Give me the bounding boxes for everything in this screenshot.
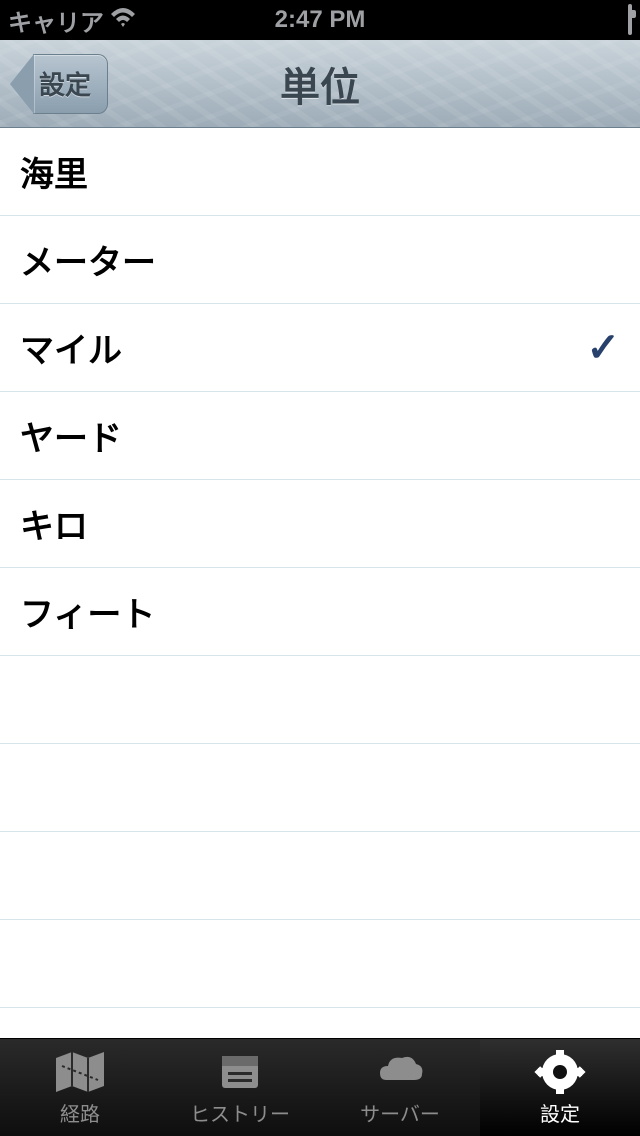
nav-bar: 設定 単位 — [0, 40, 640, 128]
list-item-label: メーター — [20, 235, 156, 284]
list-item[interactable]: ヤード — [0, 392, 640, 480]
list-item[interactable]: メーター — [0, 216, 640, 304]
back-button-label: 設定 — [39, 65, 91, 102]
checkmark-icon: ✓ — [586, 325, 620, 371]
status-bar: キャリア 2:47 PM — [0, 0, 640, 40]
list-item-label: フィート — [20, 587, 155, 636]
list-item-empty — [0, 920, 640, 1008]
tab-label: 経路 — [60, 1098, 100, 1127]
tab-history[interactable]: ヒストリー — [160, 1039, 320, 1136]
page-title: 単位 — [280, 55, 360, 113]
list-item-label: キロ — [20, 499, 88, 548]
list-item[interactable]: フィート — [0, 568, 640, 656]
tab-route[interactable]: 経路 — [0, 1039, 160, 1136]
tab-label: サーバー — [360, 1098, 440, 1127]
clock-label: 2:47 PM — [216, 6, 424, 34]
list-item-label: マイル — [20, 323, 122, 372]
list-item-label: ヤード — [20, 411, 122, 460]
map-icon — [54, 1048, 106, 1096]
back-button[interactable]: 設定 — [10, 54, 108, 114]
list-item-empty — [0, 656, 640, 744]
list-item[interactable]: マイル ✓ — [0, 304, 640, 392]
battery-icon — [628, 6, 632, 34]
list-item-empty — [0, 832, 640, 920]
wifi-icon — [110, 6, 136, 34]
list-item-label: 海里 — [20, 147, 88, 196]
carrier-label: キャリア — [8, 3, 104, 38]
tab-bar: 経路 ヒストリー サーバー 設定 — [0, 1038, 640, 1136]
list-item[interactable]: キロ — [0, 480, 640, 568]
unit-list: 海里 メーター マイル ✓ ヤード キロ フィート — [0, 128, 640, 1038]
gear-icon — [534, 1048, 586, 1096]
history-icon — [214, 1048, 266, 1096]
tab-label: 設定 — [540, 1098, 580, 1127]
server-icon — [374, 1048, 426, 1096]
tab-label: ヒストリー — [190, 1098, 290, 1127]
list-item[interactable]: 海里 — [0, 128, 640, 216]
tab-server[interactable]: サーバー — [320, 1039, 480, 1136]
tab-settings[interactable]: 設定 — [480, 1039, 640, 1136]
chevron-left-icon — [10, 54, 34, 114]
list-item-empty — [0, 744, 640, 832]
